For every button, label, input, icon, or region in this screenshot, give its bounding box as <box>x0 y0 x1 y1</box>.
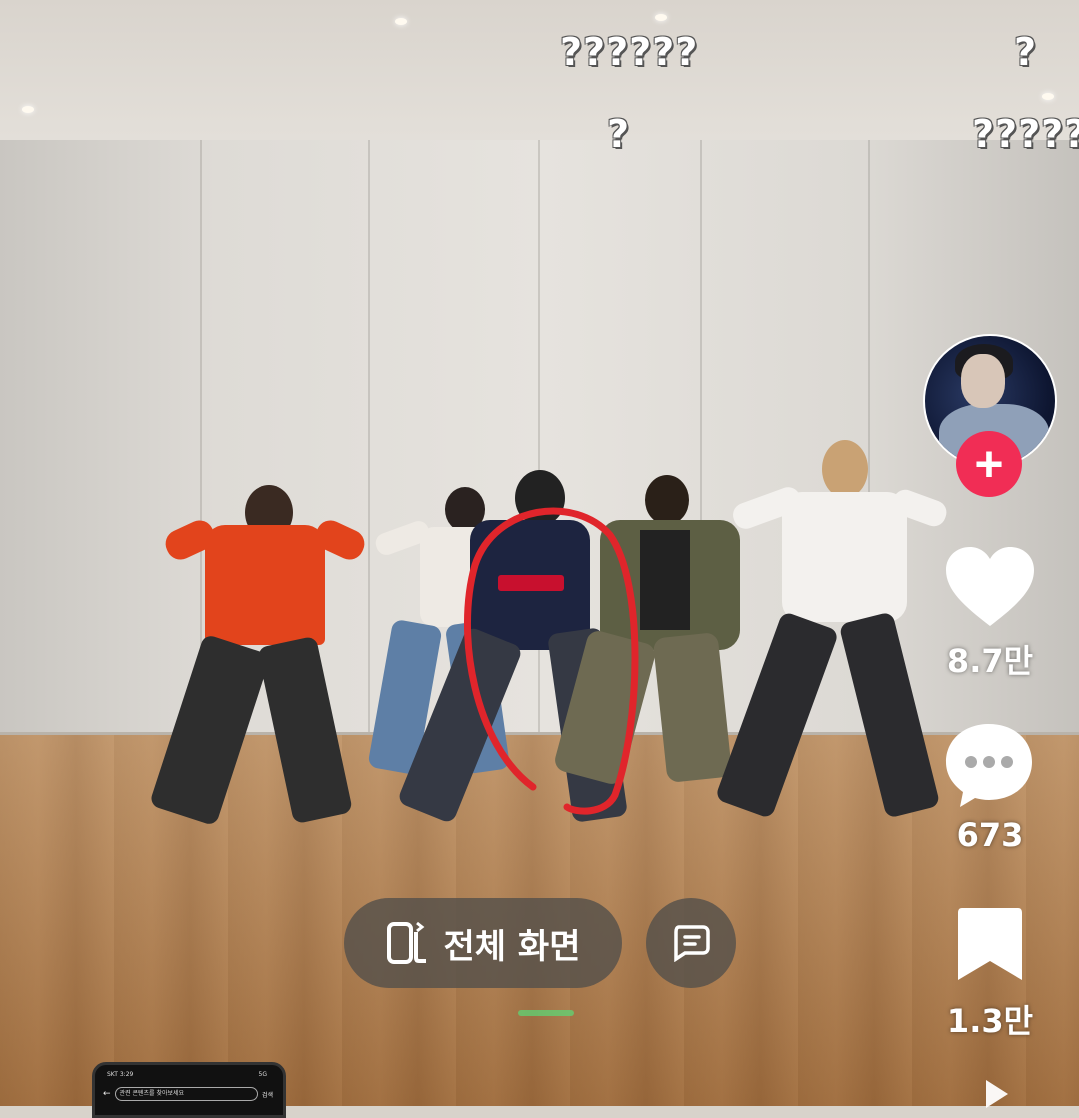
progress-indicator <box>518 1010 574 1016</box>
ceiling-light <box>655 14 667 21</box>
bookmark-icon[interactable] <box>956 906 1024 982</box>
comment-bubble-icon[interactable] <box>944 722 1034 808</box>
studio-ceiling <box>0 0 1079 150</box>
mini-search-field: 관련 콘텐츠를 찾아보세요 <box>114 1087 258 1101</box>
floating-comment: ?????? <box>560 30 699 74</box>
comment-input-button[interactable] <box>646 898 736 988</box>
mini-status-bar: SKT 3:29 5G <box>107 1071 271 1081</box>
floating-comment: ? <box>607 112 631 156</box>
ceiling-light <box>1042 93 1054 100</box>
next-arrow-icon[interactable] <box>986 1080 1008 1108</box>
comment-count: 673 <box>956 816 1024 854</box>
heart-icon[interactable] <box>944 546 1036 628</box>
back-arrow-icon: ← <box>103 1089 111 1099</box>
mini-status-time: SKT 3:29 <box>107 1071 134 1078</box>
mini-search-bar: ← 관련 콘텐츠를 찾아보세요 검색 <box>103 1087 273 1101</box>
fullscreen-button[interactable]: 전체 화면 <box>344 898 622 988</box>
fullscreen-label: 전체 화면 <box>443 926 581 967</box>
like-count: 8.7만 <box>946 642 1034 680</box>
floating-comment: ? <box>1014 30 1038 74</box>
ceiling-light <box>395 18 407 25</box>
dancer-red-jacket <box>145 485 370 845</box>
red-marker-circle <box>464 507 639 815</box>
floating-comment: ????? <box>972 112 1079 156</box>
save-count: 1.3만 <box>946 1002 1034 1040</box>
avatar-face <box>961 354 1005 408</box>
dancer-white-longsleeve <box>714 440 950 830</box>
mini-phone-preview: SKT 3:29 5G ← 관련 콘텐츠를 찾아보세요 검색 <box>92 1062 286 1118</box>
chat-icon <box>674 925 710 962</box>
follow-button[interactable]: + <box>956 431 1022 497</box>
mini-status-signal: 5G <box>258 1071 267 1078</box>
mini-search-button: 검색 <box>261 1091 273 1099</box>
ceiling-light <box>22 106 34 113</box>
rotate-screen-icon <box>386 921 426 964</box>
